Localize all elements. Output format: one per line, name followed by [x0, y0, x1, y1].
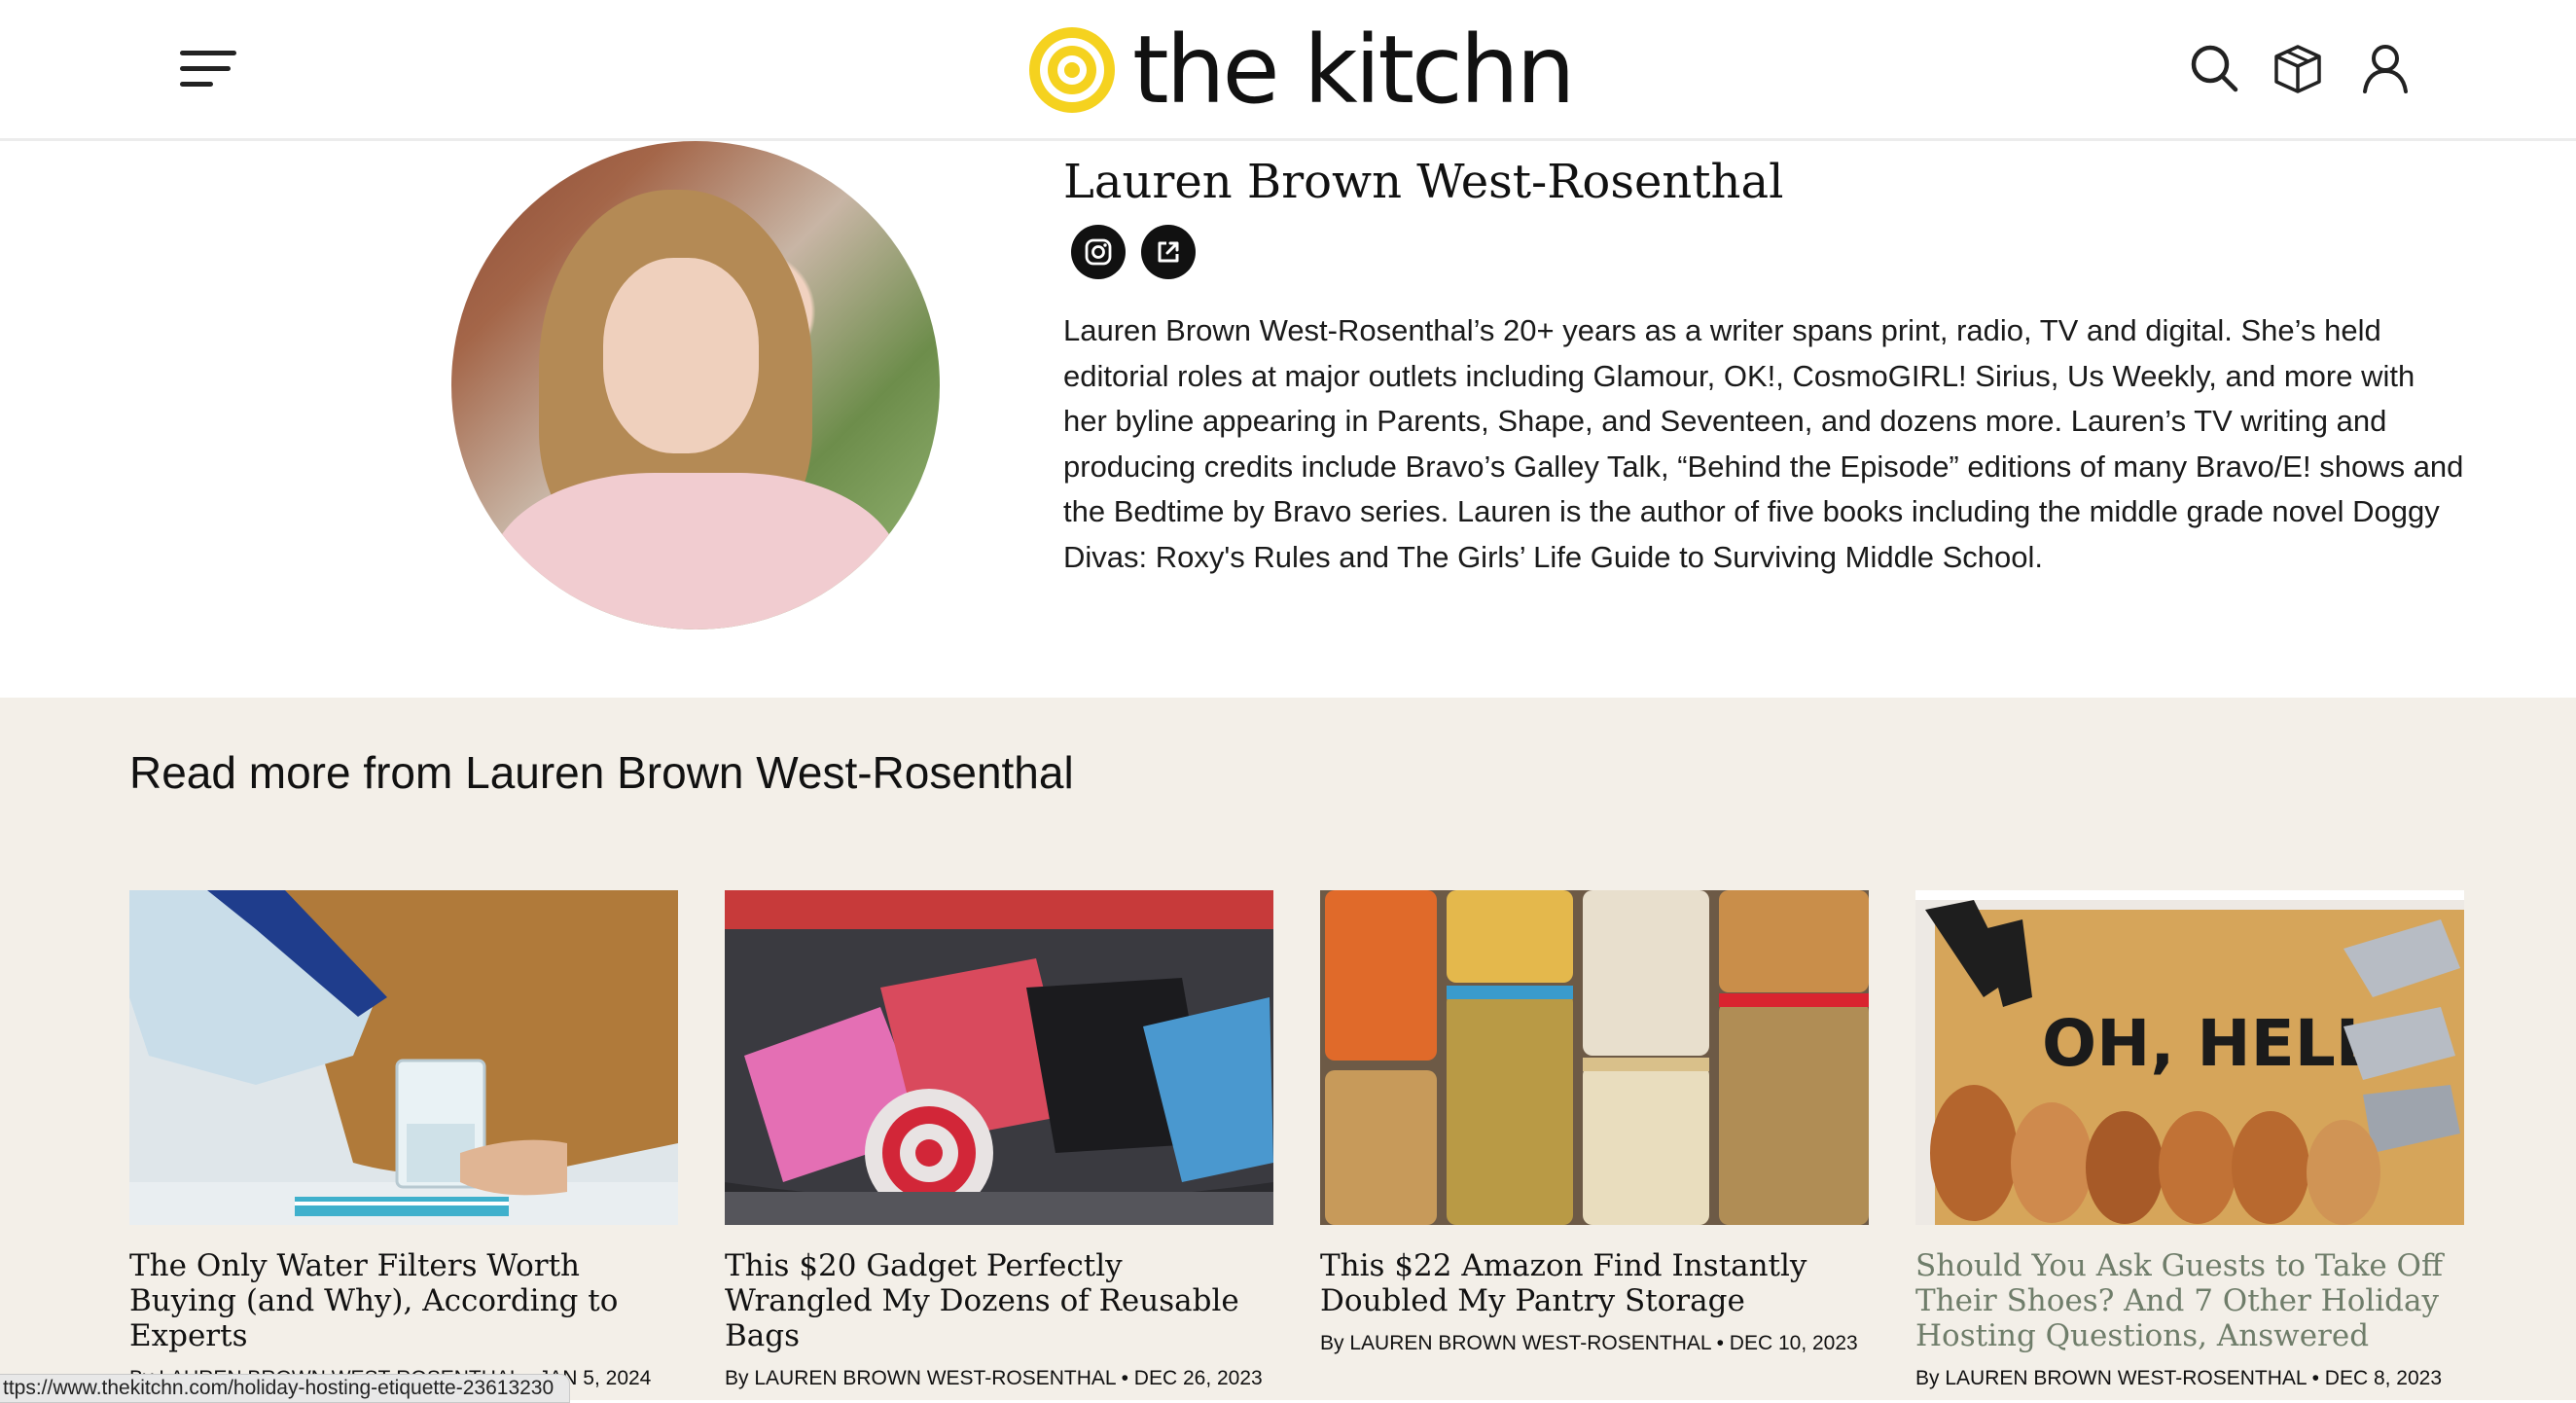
article-meta: By LAUREN BROWN WEST-ROSENTHAL • DEC 26,…	[725, 1367, 1263, 1389]
logo-text: the kitchn	[1132, 16, 1575, 125]
author-name: Lauren Brown West-Rosenthal	[1063, 155, 1784, 209]
article-meta: By LAUREN BROWN WEST-ROSENTHAL • DEC 10,…	[1320, 1332, 1858, 1354]
article-image-pantry-jars[interactable]	[1320, 890, 1869, 1225]
menu-icon[interactable]	[180, 51, 236, 88]
instagram-icon	[1085, 238, 1112, 266]
article-image-doormat-shoes[interactable]: OH, HELLO	[1915, 890, 2464, 1225]
author-profile: Lauren Brown West-Rosenthal Lauren Brown…	[0, 141, 2576, 698]
article-image-reusable-bags[interactable]	[725, 890, 1273, 1225]
instagram-button[interactable]	[1071, 225, 1126, 279]
article-title[interactable]: The Only Water Filters Worth Buying (and…	[129, 1248, 678, 1353]
author-bio: Lauren Brown West-Rosenthal’s 20+ years …	[1063, 313, 2464, 574]
site-header: the kitchn	[0, 0, 2576, 141]
external-link-icon	[1158, 241, 1179, 263]
article-meta: By LAUREN BROWN WEST-ROSENTHAL • DEC 8, …	[1915, 1367, 2443, 1389]
logo-spiral-icon	[1029, 27, 1115, 113]
search-icon[interactable]	[2187, 41, 2241, 95]
author-avatar	[451, 141, 940, 630]
article-card[interactable]: OH, HELLO Should You Ask Guests to Take …	[1915, 890, 2464, 1390]
external-link-button[interactable]	[1141, 225, 1196, 279]
article-image-water-filter[interactable]	[129, 890, 678, 1225]
article-title[interactable]: This $20 Gadget Perfectly Wrangled My Do…	[725, 1248, 1273, 1353]
article-title[interactable]: Should You Ask Guests to Take Off Their …	[1915, 1248, 2464, 1353]
article-card[interactable]: This $20 Gadget Perfectly Wrangled My Do…	[725, 890, 1273, 1390]
user-icon[interactable]	[2358, 41, 2413, 95]
section-title: Read more from Lauren Brown West-Rosenth…	[129, 747, 1074, 798]
article-title[interactable]: This $22 Amazon Find Instantly Doubled M…	[1320, 1248, 1869, 1318]
status-bar-url: ttps://www.thekitchn.com/holiday-hosting…	[0, 1374, 571, 1403]
article-card[interactable]: The Only Water Filters Worth Buying (and…	[129, 890, 678, 1390]
read-more-section: Read more from Lauren Brown West-Rosenth…	[0, 698, 2576, 1400]
article-card[interactable]: This $22 Amazon Find Instantly Doubled M…	[1320, 890, 1869, 1355]
site-logo[interactable]: the kitchn	[1025, 16, 1575, 125]
box-icon[interactable]	[2271, 41, 2325, 95]
